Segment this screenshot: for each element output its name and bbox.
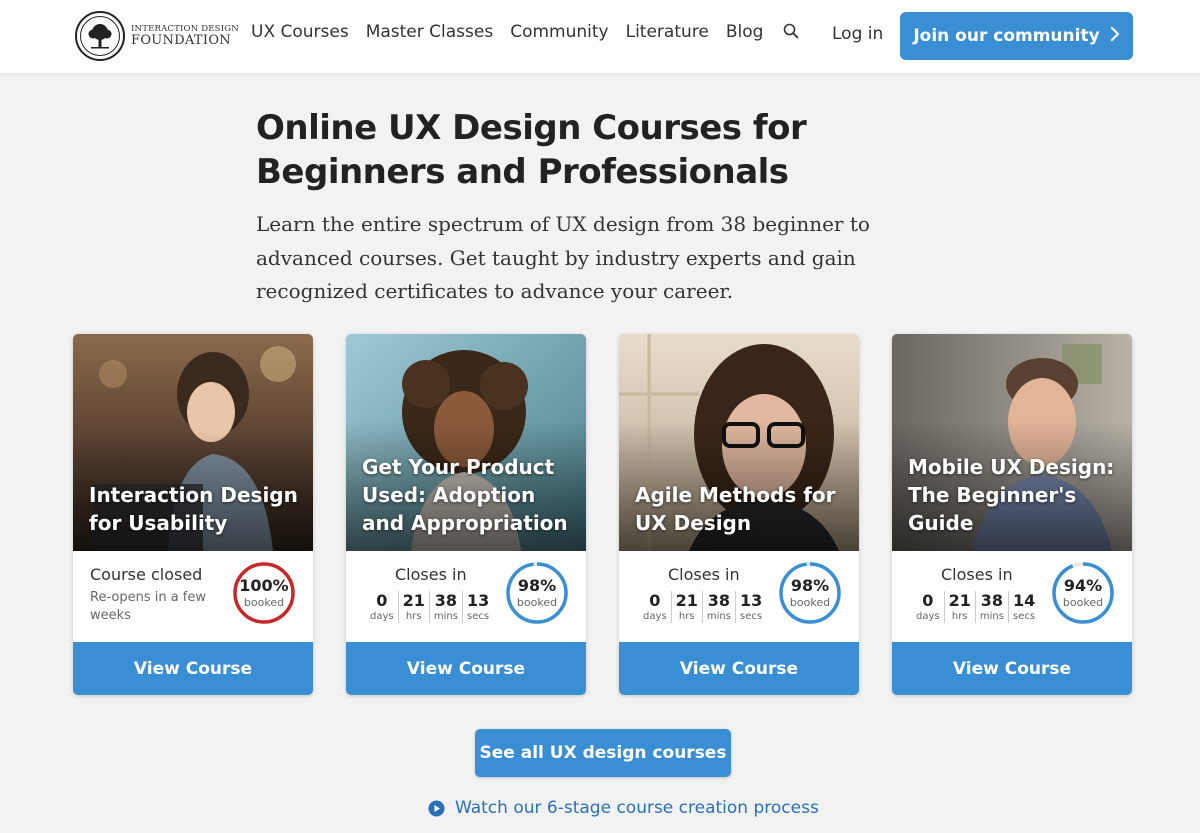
course-card[interactable]: Mobile UX Design: The Beginner's Guide C… xyxy=(892,334,1132,695)
watch-process-link[interactable]: Watch our 6-stage course creation proces… xyxy=(428,798,819,818)
tree-logo-icon xyxy=(75,11,125,61)
course-status: Closes in 0 days 21 hrs 38 mins 13 secs 98% … xyxy=(346,551,586,641)
reopen-note: Re-opens in a few weeks xyxy=(90,590,207,623)
hero-description: Learn the entire spectrum of UX design f… xyxy=(256,212,870,303)
countdown-minutes: 38 mins xyxy=(976,591,1009,623)
search-icon[interactable] xyxy=(783,23,801,41)
top-navigation-bar: INTERACTION DESIGN FOUNDATION UX Courses… xyxy=(0,0,1200,73)
course-status: Course closed Re-opens in a few weeks 10… xyxy=(73,551,313,641)
booked-ring: 98% booked xyxy=(778,561,842,625)
booked-percent: 100% xyxy=(239,576,289,595)
booked-label: booked xyxy=(516,596,558,609)
page-title: Online UX Design Courses for Beginners a… xyxy=(256,108,807,192)
course-title: Agile Methods for UX Design xyxy=(635,483,836,535)
countdown-minutes: 38 mins xyxy=(703,591,736,623)
view-course-button[interactable]: View Course xyxy=(346,642,586,695)
booked-percent: 94% xyxy=(1063,576,1103,595)
course-title: Get Your Product Used: Adoption and Appr… xyxy=(362,455,568,535)
countdown-hours: 21 hrs xyxy=(945,591,976,623)
logo-line-2: FOUNDATION xyxy=(131,32,231,48)
course-image: Interaction Design for Usability xyxy=(73,334,313,551)
login-link[interactable]: Log in xyxy=(832,24,883,44)
course-image: Get Your Product Used: Adoption and Appr… xyxy=(346,334,586,551)
countdown-days: 0 days xyxy=(639,591,672,623)
course-title: Interaction Design for Usability xyxy=(89,483,298,535)
course-title: Mobile UX Design: The Beginner's Guide xyxy=(908,455,1115,535)
booked-label: booked xyxy=(243,596,285,609)
nav-literature[interactable]: Literature xyxy=(626,22,709,42)
booked-ring: 94% booked xyxy=(1051,561,1115,625)
view-course-button[interactable]: View Course xyxy=(892,642,1132,695)
main-nav: UX Courses Master Classes Community Lite… xyxy=(251,22,801,42)
countdown-timer: 0 days 21 hrs 38 mins 14 secs xyxy=(912,591,1039,623)
course-image: Agile Methods for UX Design xyxy=(619,334,859,551)
nav-ux-courses[interactable]: UX Courses xyxy=(251,22,349,42)
countdown-days: 0 days xyxy=(912,591,945,623)
nav-blog[interactable]: Blog xyxy=(726,22,764,42)
nav-community[interactable]: Community xyxy=(510,22,608,42)
watch-process-label: Watch our 6-stage course creation proces… xyxy=(455,798,819,818)
status-label: Course closed xyxy=(90,565,203,584)
countdown-days: 0 days xyxy=(366,591,399,623)
countdown-seconds: 13 secs xyxy=(739,591,763,622)
status-label: Closes in xyxy=(395,565,467,584)
course-card[interactable]: Get Your Product Used: Adoption and Appr… xyxy=(346,334,586,695)
see-all-courses-button[interactable]: See all UX design courses xyxy=(475,729,731,777)
booked-percent: 98% xyxy=(790,576,830,595)
countdown-hours: 21 hrs xyxy=(399,591,430,623)
join-community-button[interactable]: Join our community xyxy=(900,12,1133,60)
booked-percent: 98% xyxy=(517,576,557,595)
countdown-hours: 21 hrs xyxy=(672,591,703,623)
play-circle-icon xyxy=(428,800,445,817)
join-community-label: Join our community xyxy=(913,26,1100,46)
booked-label: booked xyxy=(789,596,831,609)
countdown-minutes: 38 mins xyxy=(430,591,463,623)
view-course-button[interactable]: View Course xyxy=(73,642,313,695)
course-card[interactable]: Interaction Design for Usability Course … xyxy=(73,334,313,695)
course-image: Mobile UX Design: The Beginner's Guide xyxy=(892,334,1132,551)
countdown-timer: 0 days 21 hrs 38 mins 13 secs xyxy=(366,591,493,623)
nav-master-classes[interactable]: Master Classes xyxy=(366,22,494,42)
booked-ring: 98% booked xyxy=(505,561,569,625)
booked-ring: 100% booked xyxy=(232,561,296,625)
countdown-timer: 0 days 21 hrs 38 mins 13 secs xyxy=(639,591,766,623)
logo-wordmark: INTERACTION DESIGN FOUNDATION xyxy=(131,24,239,48)
course-card[interactable]: Agile Methods for UX Design Closes in 0d… xyxy=(619,334,859,695)
status-label: Closes in xyxy=(941,565,1013,584)
countdown-seconds: 14 secs xyxy=(1012,591,1036,622)
course-status: Closes in 0 days 21 hrs 38 mins 13 secs 98% … xyxy=(619,551,859,641)
status-label: Closes in xyxy=(668,565,740,584)
ixdf-logo[interactable]: INTERACTION DESIGN FOUNDATION xyxy=(75,10,239,62)
chevron-right-icon xyxy=(1110,26,1120,47)
countdown-seconds: 13 secs xyxy=(466,591,490,622)
view-course-button[interactable]: View Course xyxy=(619,642,859,695)
booked-label: booked xyxy=(1062,596,1104,609)
course-status: Closes in 0 days 21 hrs 38 mins 14 secs 94% … xyxy=(892,551,1132,641)
